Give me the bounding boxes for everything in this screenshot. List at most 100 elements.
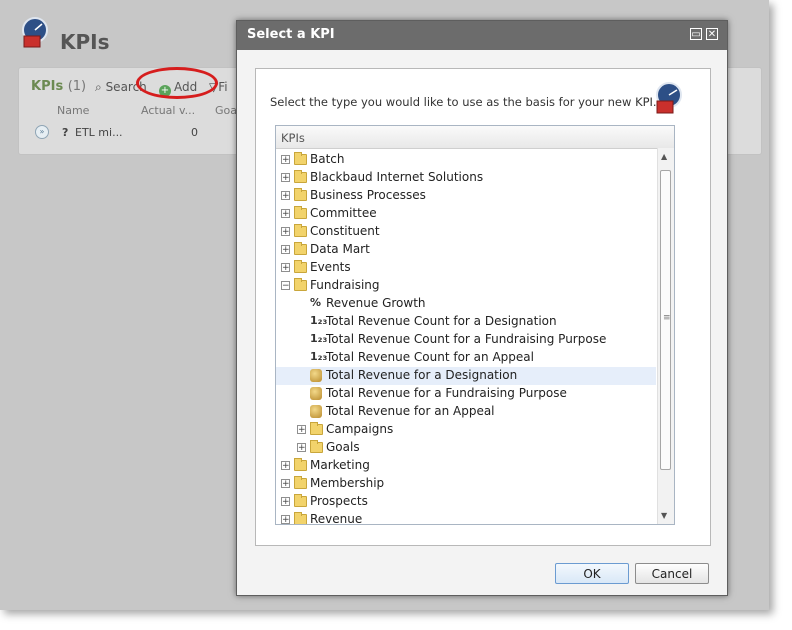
grip-icon: ≡ — [663, 313, 671, 323]
folder-icon — [294, 188, 307, 201]
expand-icon[interactable]: + — [281, 227, 290, 237]
tree-item[interactable]: % Revenue Growth — [276, 295, 656, 313]
expand-icon[interactable]: + — [281, 263, 290, 273]
tree-item[interactable]: + Campaigns — [276, 421, 656, 439]
folder-icon — [294, 224, 307, 237]
tree-item-label: Total Revenue for a Fundraising Purpose — [326, 386, 567, 400]
tree-item[interactable]: + Constituent — [276, 223, 656, 241]
column-name[interactable]: Name — [57, 104, 89, 117]
count-icon: 1₂₃ — [310, 314, 328, 327]
tree-scrollbar[interactable]: ▲ ≡ ▼ — [657, 148, 674, 524]
tree-item[interactable]: + Revenue — [276, 511, 656, 524]
ok-button[interactable]: OK — [555, 563, 629, 584]
folder-icon — [294, 494, 307, 507]
expand-icon[interactable]: + — [297, 425, 306, 435]
tree-item[interactable]: + Blackbaud Internet Solutions — [276, 169, 656, 187]
column-goal[interactable]: Goa — [215, 104, 237, 117]
tree-item-label: Prospects — [310, 494, 368, 508]
tree-item-label: Total Revenue for a Designation — [326, 368, 518, 382]
tree-item[interactable]: Total Revenue for a Designation — [276, 367, 656, 385]
tree-item[interactable]: Total Revenue for a Fundraising Purpose — [276, 385, 656, 403]
folder-icon — [294, 512, 307, 524]
expand-icon[interactable]: + — [281, 173, 290, 183]
tree-item[interactable]: Total Revenue for an Appeal — [276, 403, 656, 421]
tree-item[interactable]: + Events — [276, 259, 656, 277]
tree-item[interactable]: 1₂₃ Total Revenue Count for a Designation — [276, 313, 656, 331]
tree-item[interactable]: 1₂₃ Total Revenue Count for an Appeal — [276, 349, 656, 367]
expand-icon[interactable]: + — [281, 497, 290, 507]
folder-icon — [294, 206, 307, 219]
kpi-panel-count: (1) — [67, 79, 87, 94]
tree-item-label: Total Revenue Count for an Appeal — [326, 350, 534, 364]
expand-icon[interactable]: + — [281, 191, 290, 201]
dialog-body: Select the type you would like to use as… — [255, 68, 711, 546]
tree-item-label: Membership — [310, 476, 385, 490]
tree-item-label: Campaigns — [326, 422, 394, 436]
expand-icon[interactable]: + — [281, 209, 290, 219]
tree-item-label: Total Revenue Count for a Fundraising Pu… — [326, 332, 607, 346]
cancel-button[interactable]: Cancel — [635, 563, 709, 584]
page-title: KPIs — [60, 30, 110, 54]
tree-item-label: Batch — [310, 152, 345, 166]
tree-item-label: Total Revenue Count for a Designation — [326, 314, 557, 328]
tree-item-label: Business Processes — [310, 188, 426, 202]
coins-icon — [310, 387, 322, 400]
tree-item[interactable]: − Fundraising — [276, 277, 656, 295]
folder-icon — [294, 242, 307, 255]
scroll-thumb[interactable]: ≡ — [660, 170, 671, 470]
kpi-tree[interactable]: KPIs + Batch + Blackbaud Internet Solutions… — [275, 125, 675, 525]
folder-icon — [294, 170, 307, 183]
row-expand-icon[interactable]: » — [35, 125, 49, 139]
tree-item-label: Goals — [326, 440, 360, 454]
expand-icon[interactable]: + — [297, 443, 306, 453]
tree-item[interactable]: + Prospects — [276, 493, 656, 511]
percent-icon: % — [310, 296, 322, 309]
expand-icon[interactable]: + — [281, 515, 290, 524]
folder-icon — [294, 476, 307, 489]
expand-icon[interactable]: + — [281, 155, 290, 165]
tree-item-label: Data Mart — [310, 242, 370, 256]
scroll-up-icon[interactable]: ▲ — [661, 152, 667, 161]
folder-icon — [294, 260, 307, 273]
tree-item[interactable]: 1₂₃ Total Revenue Count for a Fundraising… — [276, 331, 656, 349]
expand-icon[interactable]: + — [281, 461, 290, 471]
kpi-type-icon — [656, 82, 682, 114]
row-help-icon: ? — [62, 126, 69, 139]
collapse-icon[interactable]: − — [281, 281, 290, 291]
tree-item-label: Blackbaud Internet Solutions — [310, 170, 484, 184]
tree-rows: + Batch + Blackbaud Internet Solutions + Busi… — [276, 151, 656, 524]
maximize-icon[interactable]: ▭ — [690, 28, 702, 40]
folder-icon — [310, 440, 323, 453]
instruction-text: Select the type you would like to use as… — [270, 95, 657, 109]
column-actual[interactable]: Actual v... — [141, 104, 195, 117]
folder-open-icon — [294, 278, 307, 291]
tree-item-label: Revenue Growth — [326, 296, 426, 310]
tree-header: KPIs — [276, 126, 674, 149]
folder-icon — [294, 152, 307, 165]
dialog-titlebar: Select a KPI ▭ ✕ — [237, 21, 727, 50]
highlight-ellipse — [136, 67, 218, 99]
expand-icon[interactable]: + — [281, 245, 290, 255]
tree-item[interactable]: + Batch — [276, 151, 656, 169]
filter-label: Fi — [218, 80, 228, 94]
scroll-down-icon[interactable]: ▼ — [661, 511, 667, 520]
tree-item-label: Committee — [310, 206, 377, 220]
tree-item[interactable]: + Business Processes — [276, 187, 656, 205]
tree-item-label: Total Revenue for an Appeal — [326, 404, 495, 418]
tree-header-label: KPIs — [281, 131, 305, 145]
close-icon[interactable]: ✕ — [706, 28, 718, 40]
tree-item[interactable]: + Committee — [276, 205, 656, 223]
tree-item[interactable]: + Marketing — [276, 457, 656, 475]
binoculars-icon: ⌕ — [95, 80, 102, 94]
tree-item-label: Fundraising — [310, 278, 380, 292]
tree-item[interactable]: + Goals — [276, 439, 656, 457]
folder-icon — [310, 422, 323, 435]
tree-item[interactable]: + Membership — [276, 475, 656, 493]
row-name[interactable]: ETL mi... — [75, 126, 123, 139]
row-actual-value: 0 — [191, 126, 198, 139]
tree-item-label: Constituent — [310, 224, 380, 238]
folder-icon — [294, 458, 307, 471]
expand-icon[interactable]: + — [281, 479, 290, 489]
tree-item[interactable]: + Data Mart — [276, 241, 656, 259]
count-icon: 1₂₃ — [310, 350, 328, 363]
